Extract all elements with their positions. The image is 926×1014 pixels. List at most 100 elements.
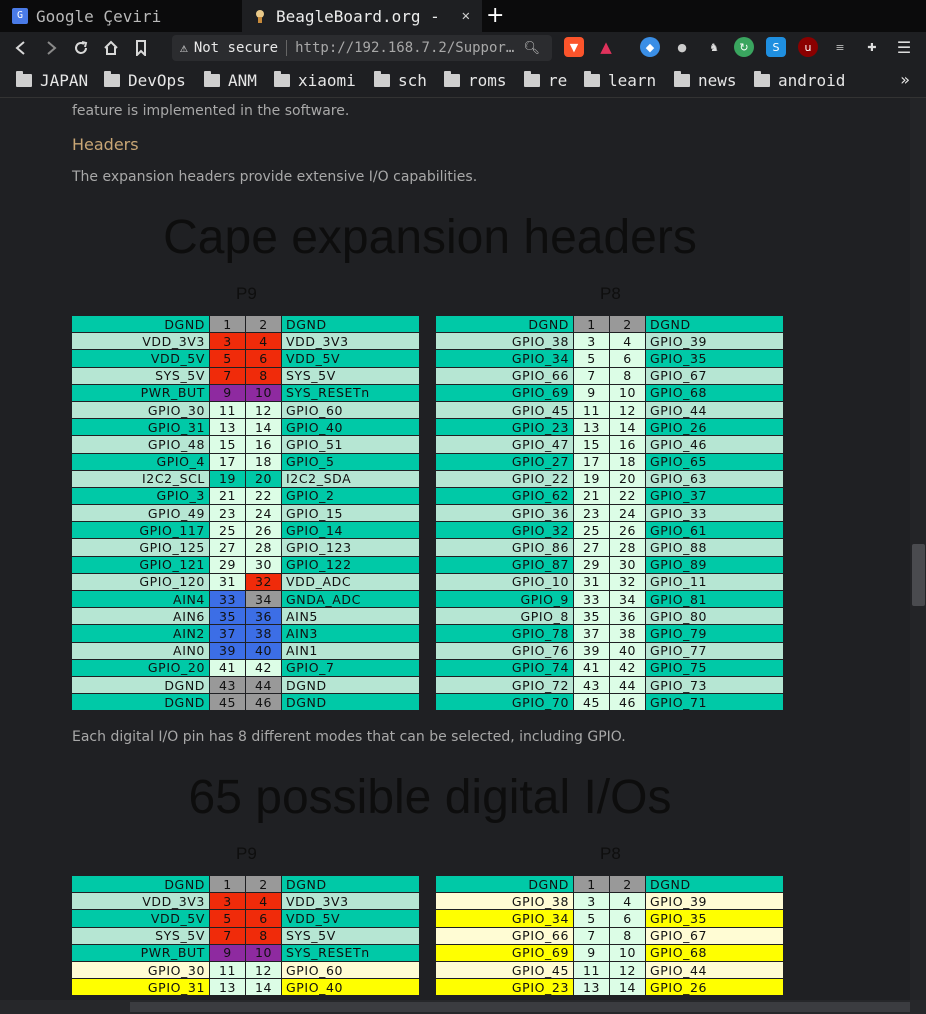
close-icon[interactable]: ✕ (462, 8, 470, 24)
table-row: GPIO_86 27 28 GPIO_88 (435, 538, 784, 557)
table-row: GPIO_23 13 14 GPIO_26 (435, 978, 784, 997)
url-text[interactable]: http://192.168.7.2/Suppor… (295, 40, 515, 56)
brave-rewards-icon[interactable]: ▲ (596, 37, 616, 57)
pin-name-left: GPIO_4 (71, 452, 210, 471)
bookmark-folder-news[interactable]: news (674, 71, 737, 90)
zoom-icon[interactable]: 🔍︎ (523, 41, 540, 56)
extension-refresh-icon[interactable]: ↻ (734, 37, 754, 57)
tab-beagleboard[interactable]: BeagleBoard.org - ✕ (242, 0, 482, 32)
pin-number: 7 (573, 366, 610, 385)
reload-button[interactable] (66, 33, 96, 63)
pin-name-right: GPIO_60 (281, 400, 420, 420)
pin-name-right: GPIO_35 (645, 349, 784, 368)
new-tab-button[interactable]: + (486, 3, 504, 28)
pin-name-left: GPIO_20 (71, 658, 210, 677)
tab-google-translate[interactable]: G Google Çeviri (0, 0, 240, 32)
bookmark-folder-re[interactable]: re (524, 71, 567, 90)
forward-button[interactable] (36, 33, 66, 63)
table-row: DGND 43 44 DGND (71, 675, 420, 695)
pin-number: 8 (245, 926, 282, 945)
pin-name-right: GPIO_40 (281, 978, 420, 997)
pin-name-left: GPIO_36 (435, 504, 574, 523)
bookmarks-overflow-button[interactable]: » (900, 70, 910, 89)
pin-number: 6 (609, 909, 646, 928)
table-row: SYS_5V 7 8 SYS_5V (71, 366, 420, 385)
extension-s-icon[interactable]: S (766, 37, 786, 57)
pin-name-right: DGND (281, 675, 420, 695)
pin-name-right: GPIO_80 (645, 607, 784, 626)
table-row: GPIO_87 29 30 GPIO_89 (435, 555, 784, 574)
bookmark-folder-xiaomi[interactable]: xiaomi (274, 71, 356, 90)
forward-icon (47, 41, 57, 55)
extension-compass-icon[interactable]: ◆ (640, 37, 660, 57)
table-row: AIN4 33 34 GNDA_ADC (71, 589, 420, 609)
pin-name-right: GPIO_39 (645, 332, 784, 351)
pin-number: 21 (573, 486, 610, 506)
menu-icon[interactable]: ☰ (894, 37, 914, 57)
extension-cat-icon[interactable]: ♞ (704, 37, 724, 57)
pin-number: 12 (245, 400, 282, 420)
ublock-icon[interactable]: u (798, 37, 818, 57)
security-label[interactable]: Not secure (194, 40, 288, 56)
horizontal-scrollbar-thumb[interactable] (130, 1002, 910, 1012)
bookmark-button[interactable] (126, 33, 156, 63)
pin-number: 46 (245, 693, 282, 712)
pin-number: 2 (245, 314, 282, 334)
pin-name-right: GPIO_123 (281, 538, 420, 557)
pin-name-left: GPIO_47 (435, 435, 574, 454)
pin-name-left: GPIO_3 (71, 486, 210, 506)
pin-name-left: GPIO_30 (71, 400, 210, 420)
pin-number: 3 (209, 892, 246, 911)
pin-name-right: AIN5 (281, 607, 420, 626)
table-row: I2C2_SCL 19 20 I2C2_SDA (71, 469, 420, 488)
address-bar[interactable]: ⚠ Not secure http://192.168.7.2/Suppor… … (172, 35, 552, 61)
pin-name-left: DGND (71, 675, 210, 695)
pin-name-left: GPIO_23 (435, 418, 574, 437)
table-row: GPIO_20 41 42 GPIO_7 (71, 658, 420, 677)
extension-lines-icon[interactable]: ≡ (830, 37, 850, 57)
pin-name-left: GPIO_27 (435, 452, 574, 471)
pin-name-left: SYS_5V (71, 926, 210, 945)
table-row: GPIO_121 29 30 GPIO_122 (71, 555, 420, 574)
pin-number: 14 (245, 418, 282, 437)
extension-owl-icon[interactable]: ● (672, 37, 692, 57)
pin-name-right: SYS_RESETn (281, 383, 420, 402)
bookmark-folder-japan[interactable]: JAPAN (16, 71, 88, 90)
back-button[interactable] (6, 33, 36, 63)
pin-number: 14 (609, 418, 646, 437)
pin-name-right: AIN1 (281, 641, 420, 660)
pin-name-right: GPIO_26 (645, 978, 784, 997)
folder-icon (104, 71, 120, 87)
pin-name-right: GPIO_14 (281, 521, 420, 540)
bookmark-folder-anm[interactable]: ANM (204, 71, 257, 90)
extensions-puzzle-icon[interactable]: ✚ (862, 37, 882, 57)
warning-icon[interactable]: ⚠ (180, 41, 188, 56)
table-row: GPIO_49 23 24 GPIO_15 (71, 504, 420, 523)
pin-name-right: VDD_5V (281, 909, 420, 928)
modes-text: Each digital I/O pin has 8 different mod… (72, 729, 626, 745)
scrollbar-thumb[interactable] (912, 544, 925, 606)
bookmark-folder-learn[interactable]: learn (584, 71, 656, 90)
folder-icon (584, 71, 600, 87)
table-row: GPIO_3 21 22 GPIO_2 (71, 486, 420, 506)
brave-shield-icon[interactable]: ▼ (564, 37, 584, 57)
pin-number: 1 (209, 874, 246, 894)
page-content: feature is implemented in the software. … (0, 98, 910, 1000)
pin-number: 8 (609, 366, 646, 385)
pin-number: 36 (245, 607, 282, 626)
pin-name-left: GPIO_69 (435, 943, 574, 962)
bookmark-folder-devops[interactable]: DevOps (104, 71, 186, 90)
home-button[interactable] (96, 33, 126, 63)
pin-number: 5 (573, 349, 610, 368)
table-row: VDD_5V 5 6 VDD_5V (71, 909, 420, 928)
bookmark-folder-android[interactable]: android (754, 71, 845, 90)
pin-name-left: GPIO_74 (435, 658, 574, 677)
bookmark-folder-roms[interactable]: roms (444, 71, 507, 90)
table-row: GPIO_38 3 4 GPIO_39 (435, 892, 784, 911)
pin-name-left: PWR_BUT (71, 943, 210, 962)
pin-name-right: GPIO_37 (645, 486, 784, 506)
pin-number: 6 (609, 349, 646, 368)
bookmark-folder-sch[interactable]: sch (374, 71, 427, 90)
pin-number: 4 (245, 892, 282, 911)
pin-number: 46 (609, 693, 646, 712)
